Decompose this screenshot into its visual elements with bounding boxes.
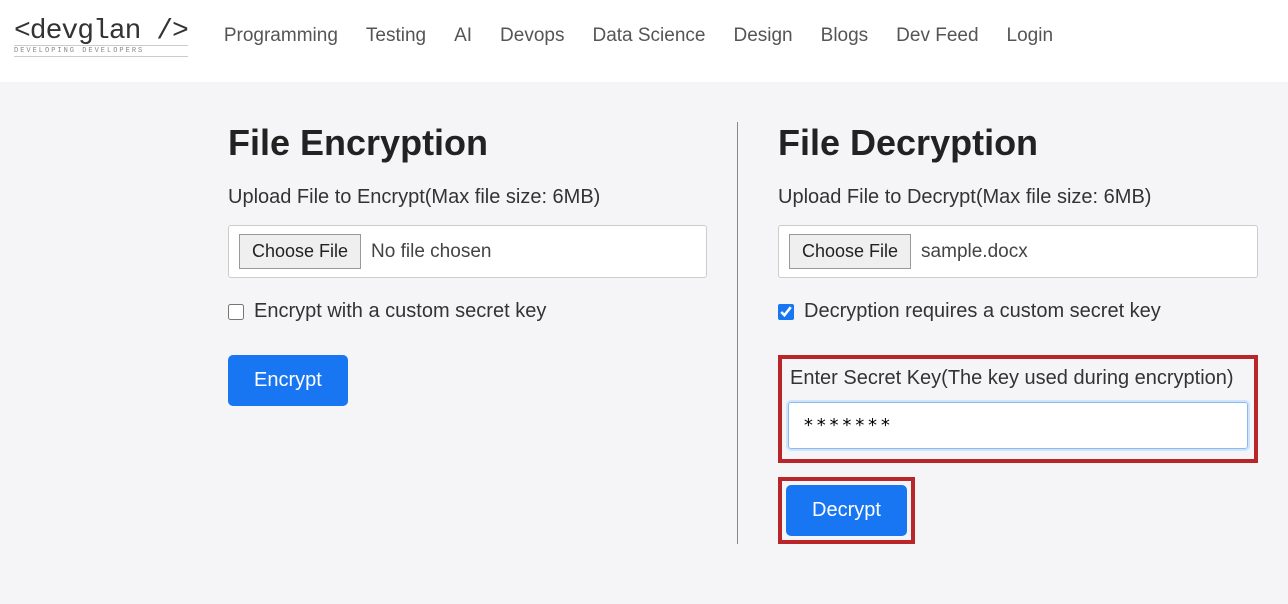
main-content: File Encryption Upload File to Encrypt(M… [0, 82, 1288, 604]
secret-key-input[interactable] [788, 402, 1248, 449]
nav-ai[interactable]: AI [454, 25, 472, 47]
nav-data-science[interactable]: Data Science [592, 25, 705, 47]
encrypt-custom-key-checkbox[interactable] [228, 304, 244, 320]
logo[interactable]: <devglan /> DEVELOPING DEVELOPERS [8, 14, 194, 59]
nav-login[interactable]: Login [1007, 25, 1054, 47]
nav-devops[interactable]: Devops [500, 25, 564, 47]
encrypt-custom-key-row: Encrypt with a custom secret key [228, 300, 707, 323]
decrypt-file-name: sample.docx [921, 241, 1028, 263]
decrypt-custom-key-checkbox[interactable] [778, 304, 794, 320]
decrypt-upload-label: Upload File to Decrypt(Max file size: 6M… [778, 186, 1258, 209]
encrypt-upload-label: Upload File to Encrypt(Max file size: 6M… [228, 186, 707, 209]
decryption-title: File Decryption [778, 122, 1258, 164]
encrypt-file-input[interactable]: Choose File No file chosen [228, 225, 707, 278]
encrypt-file-name: No file chosen [371, 241, 491, 263]
logo-text: <devglan /> [14, 16, 188, 47]
encrypt-custom-key-label[interactable]: Encrypt with a custom secret key [254, 300, 546, 323]
decrypt-custom-key-label[interactable]: Decryption requires a custom secret key [804, 300, 1161, 323]
encryption-panel: File Encryption Upload File to Encrypt(M… [228, 122, 738, 544]
decrypt-choose-file-button[interactable]: Choose File [789, 234, 911, 269]
nav-dev-feed[interactable]: Dev Feed [896, 25, 978, 47]
decrypt-file-input[interactable]: Choose File sample.docx [778, 225, 1258, 278]
decrypt-custom-key-row: Decryption requires a custom secret key [778, 300, 1258, 323]
nav-blogs[interactable]: Blogs [821, 25, 869, 47]
main-nav: Programming Testing AI Devops Data Scien… [224, 25, 1053, 47]
header: <devglan /> DEVELOPING DEVELOPERS Progra… [0, 0, 1288, 82]
decrypt-button-highlight: Decrypt [778, 477, 915, 544]
decrypt-button[interactable]: Decrypt [786, 485, 907, 536]
encryption-title: File Encryption [228, 122, 707, 164]
secret-key-label: Enter Secret Key(The key used during enc… [788, 367, 1248, 390]
encrypt-button[interactable]: Encrypt [228, 355, 348, 406]
container: File Encryption Upload File to Encrypt(M… [228, 122, 1288, 544]
secret-key-highlight: Enter Secret Key(The key used during enc… [778, 355, 1258, 463]
nav-design[interactable]: Design [733, 25, 792, 47]
nav-testing[interactable]: Testing [366, 25, 426, 47]
nav-programming[interactable]: Programming [224, 25, 338, 47]
encrypt-choose-file-button[interactable]: Choose File [239, 234, 361, 269]
decryption-panel: File Decryption Upload File to Decrypt(M… [738, 122, 1278, 544]
